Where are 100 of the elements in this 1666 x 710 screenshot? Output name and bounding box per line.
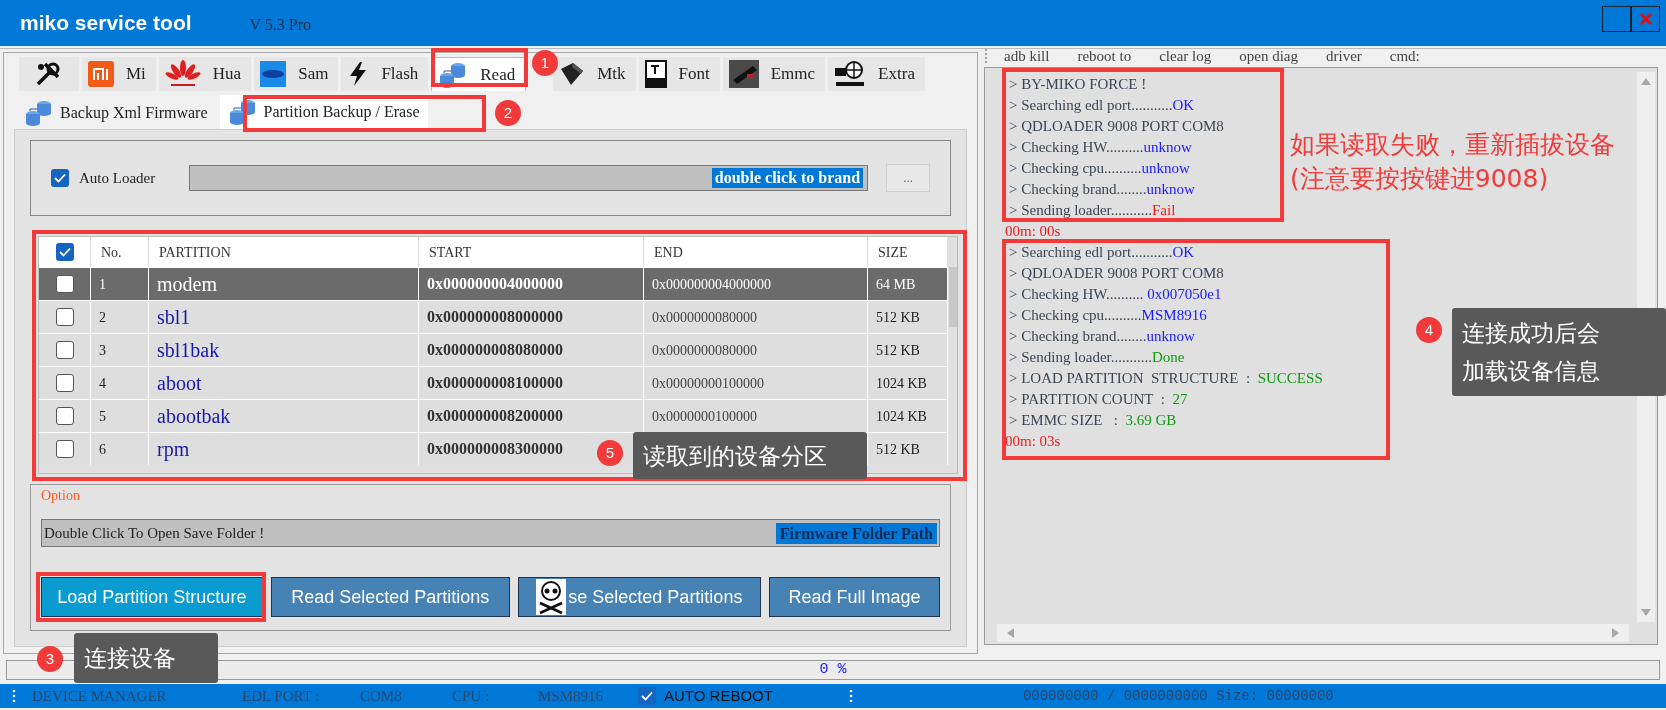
column-header: START <box>429 243 472 262</box>
table-cell-text: modem <box>157 272 217 297</box>
auto-reboot-label: AUTO REBOOT <box>664 685 773 706</box>
status-text: DEVICE MANAGER <box>32 686 168 706</box>
checkbox[interactable] <box>638 687 656 705</box>
tab[interactable]: Flash <box>341 57 429 91</box>
table-cell-text: 0x00000000100000 <box>652 374 764 393</box>
checkbox[interactable] <box>55 341 74 359</box>
check-icon <box>641 691 653 701</box>
log-line: > Sending loader...........Fail <box>1009 201 1176 220</box>
action-button[interactable]: Read Full Image <box>768 577 940 617</box>
tab[interactable]: Extra <box>828 57 925 91</box>
auto-loader-label: Auto Loader <box>79 168 157 188</box>
version-label: V 5.3 Pro <box>249 15 312 35</box>
table-row[interactable]: 2 sbl1 0x000000008000000 0x0000000080000 512 KB <box>39 300 948 333</box>
log-line: > Sending loader...........Done <box>1009 348 1185 367</box>
checkbox[interactable] <box>55 308 74 326</box>
table-cell-text: 0x000000004000000 <box>427 274 563 294</box>
log-line: 00m: 00s <box>1005 222 1061 241</box>
table-cell-text: rpm <box>157 437 190 463</box>
folder-field[interactable]: Double Click To Open Save Folder ! Firmware Folder Path <box>41 519 940 547</box>
log-line: > QDLOADER 9008 PORT COM8 <box>1009 264 1224 283</box>
menu-item[interactable]: reboot to <box>1077 47 1132 65</box>
flower-logo-icon <box>164 59 201 89</box>
table-row[interactable]: 3 sbl1bak 0x000000008080000 0x0000000080000 512 KB <box>39 333 948 366</box>
callout-tooltip: 连接成功后会 加载设备信息 <box>1452 308 1666 396</box>
grip-icon <box>984 48 988 64</box>
option-title: Option <box>41 487 81 505</box>
chip-icon <box>559 61 586 87</box>
status-text: COM8 <box>360 686 403 706</box>
table-cell-text: 1 <box>99 275 106 294</box>
checkbox[interactable] <box>55 275 74 293</box>
table-cell-text: 0x000000008300000 <box>427 439 563 459</box>
log-line: > Checking cpu..........MSM8916 <box>1009 306 1207 325</box>
close-button[interactable] <box>1631 6 1660 32</box>
close-icon <box>1639 13 1652 25</box>
table-cell-text: 0x000000008080000 <box>427 340 563 360</box>
font-file-icon <box>644 60 667 88</box>
table-cell-text: 4 <box>99 374 106 393</box>
menu-item[interactable]: cmd: <box>1389 47 1420 65</box>
menu-item[interactable]: open diag <box>1239 47 1298 65</box>
menu-item[interactable]: clear log <box>1159 47 1212 65</box>
progress-text: 0 % <box>819 659 847 680</box>
table-cell-text: 0x000000008000000 <box>427 307 563 327</box>
table-cell-text: 0x000000008100000 <box>427 373 563 393</box>
transfer-counter: 000000000 / 0000000000 Size: 00000000 <box>1022 686 1334 706</box>
table-row[interactable]: 4 aboot 0x000000008100000 0x00000000100000 1024 KB <box>39 366 948 399</box>
menu-item[interactable]: adb kill <box>1004 47 1050 65</box>
action-button[interactable]: se Selected Partitions <box>517 577 761 617</box>
tab[interactable]: Font <box>638 57 720 91</box>
table-cell-text: 1024 KB <box>876 374 927 393</box>
table-row[interactable]: 5 abootbak 0x000000008200000 0x0000000100000 1024 KB <box>39 399 948 432</box>
checkbox[interactable] <box>55 407 74 425</box>
table-row[interactable]: 1 modem 0x000000004000000 0x000000004000000 64 MB <box>39 267 948 300</box>
oval-logo-icon <box>260 61 287 87</box>
tab[interactable]: Emmc <box>722 57 826 91</box>
check-icon <box>54 173 66 183</box>
callout-tooltip: 连接设备 <box>74 633 218 683</box>
annotation-note: 如果读取失败，重新插拔设备 (注意要按按键进9008) <box>1290 129 1615 195</box>
column-header: SIZE <box>878 243 908 262</box>
tab[interactable] <box>19 57 79 91</box>
brand-field[interactable]: double click to brand <box>188 165 869 191</box>
log-line: > LOAD PARTITION STRUCTURE : SUCCESS <box>1009 369 1323 388</box>
scrollbar[interactable] <box>949 267 957 327</box>
log-line: 00m: 03s <box>1005 432 1061 451</box>
tab[interactable]: Hua <box>158 57 252 91</box>
table-cell-text: 512 KB <box>876 341 920 360</box>
table-cell-text: 64 MB <box>876 275 916 294</box>
table-cell-text: 512 KB <box>876 440 920 459</box>
table-cell-text: 512 KB <box>876 308 920 327</box>
callout-tooltip: 读取到的设备分区 <box>633 432 867 479</box>
memory-chip-icon <box>728 60 759 88</box>
checkbox[interactable] <box>55 243 74 261</box>
grip-icon <box>848 689 853 703</box>
status-text: EDL PORT : <box>242 686 321 706</box>
table-cell-text: 2 <box>99 308 106 327</box>
table-cell-text: 0x000000008200000 <box>427 406 563 426</box>
log-line: > EMMC SIZE : 3.69 GB <box>1009 411 1177 430</box>
checkbox[interactable] <box>55 440 74 458</box>
tab[interactable]: Mtk <box>553 57 636 91</box>
table-cell-text: 0x0000000080000 <box>652 341 757 360</box>
window-button[interactable] <box>1602 6 1631 32</box>
table-cell-text: aboot <box>157 371 202 396</box>
table-cell-text: sbl1 <box>157 305 191 330</box>
tools-icon <box>35 61 61 87</box>
table-cell-text: 6 <box>99 440 106 459</box>
menu-item[interactable]: driver <box>1325 47 1362 65</box>
action-button[interactable]: Read Selected Partitions <box>270 577 510 617</box>
log-line: > QDLOADER 9008 PORT COM8 <box>1009 117 1224 136</box>
skull-icon <box>536 579 567 615</box>
mi-logo-icon <box>88 61 114 87</box>
tab[interactable]: Mi <box>82 57 156 91</box>
checkbox[interactable] <box>51 169 69 187</box>
database-icon <box>227 99 258 125</box>
window-title: miko service tool <box>20 10 192 37</box>
table-cell-text: 5 <box>99 407 106 426</box>
browse-button[interactable]: ... <box>886 164 930 192</box>
checkbox[interactable] <box>55 374 74 392</box>
tab[interactable]: Sam <box>254 57 339 91</box>
table-cell-text: 0x0000000100000 <box>652 407 757 426</box>
